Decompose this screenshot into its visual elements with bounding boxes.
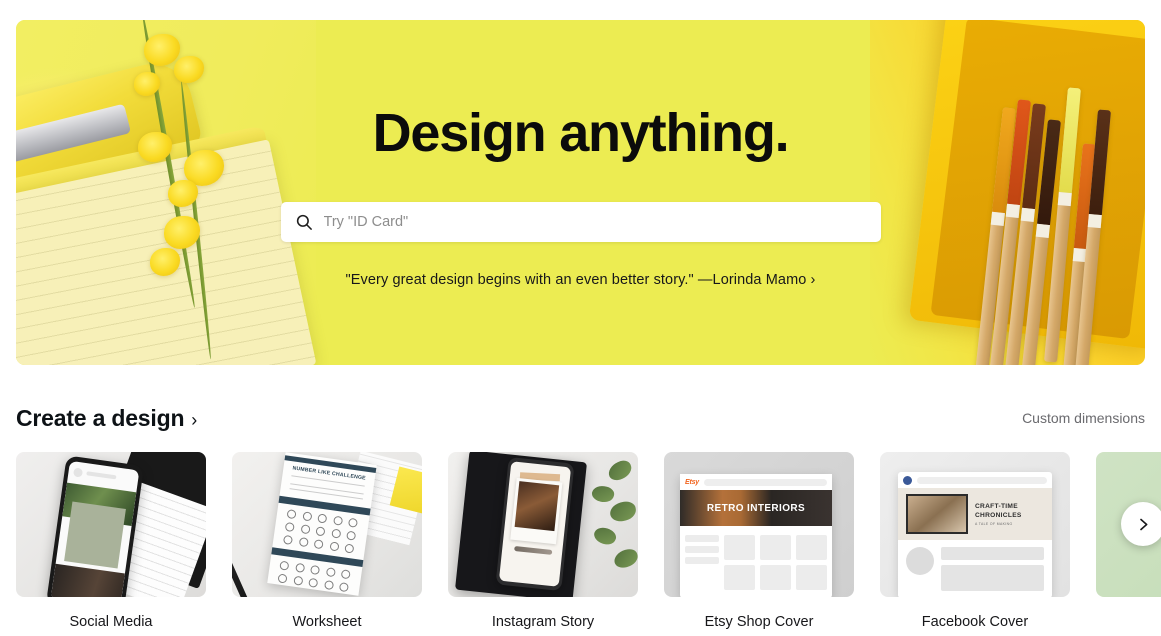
shop-banner: RETRO INTERIORS	[680, 490, 832, 526]
search-bar[interactable]	[280, 202, 881, 242]
create-a-design-header: Create a design › Custom dimensions	[16, 400, 1145, 436]
design-card-worksheet[interactable]: NUMBER LIKE CHALLENGE Worksheet	[232, 452, 422, 636]
etsy-logo: Etsy	[685, 478, 699, 486]
leaf-decor	[605, 457, 635, 484]
hero-content: Design anything. "Every great design beg…	[16, 20, 1145, 365]
search-input[interactable]	[323, 214, 867, 230]
polaroid-decor	[510, 477, 563, 545]
avatar	[906, 547, 934, 575]
worksheet-mockup: NUMBER LIKE CHALLENGE	[267, 452, 377, 596]
leaf-decor	[612, 547, 638, 570]
page-title: Create a design	[16, 404, 185, 431]
shop-sidebar	[685, 535, 719, 593]
design-card-thumbnail[interactable]: CRAFT-TIME CHRONICLES A TALE OF MAKING	[880, 452, 1070, 597]
browser-topbar	[898, 472, 1052, 488]
shop-grid	[680, 530, 832, 597]
design-card-label: Worksheet	[292, 614, 362, 630]
design-card-label: Social Media	[69, 614, 153, 630]
hero-tagline[interactable]: "Every great design begins with an even …	[346, 272, 816, 288]
cover-text-group: CRAFT-TIME CHRONICLES A TALE OF MAKING	[975, 503, 1022, 526]
hero-banner: Design anything. "Every great design beg…	[16, 20, 1145, 365]
cover-image	[906, 494, 968, 534]
design-card-thumbnail[interactable]	[16, 452, 206, 597]
leaf-decor	[591, 523, 619, 549]
design-card-social-media[interactable]: Social Media	[16, 452, 206, 636]
design-card-label: Facebook Cover	[921, 614, 1029, 630]
design-card-label: Etsy Shop Cover	[704, 614, 814, 630]
chevron-right-icon: ›	[191, 409, 198, 430]
design-card-thumbnail[interactable]	[448, 452, 638, 597]
page-feed	[898, 540, 1052, 597]
phone-screen	[498, 461, 572, 587]
phone-screen	[50, 460, 140, 597]
leaf-decor	[608, 500, 638, 523]
cover-title-line-2: CHRONICLES	[975, 512, 1022, 519]
section-title-group[interactable]: Create a design ›	[16, 405, 197, 432]
cover-subtitle: A TALE OF MAKING	[975, 521, 1013, 526]
design-card-thumbnail[interactable]: Etsy RETRO INTERIORS	[664, 452, 854, 597]
browser-mockup: Etsy RETRO INTERIORS	[680, 474, 832, 597]
shop-banner-text: RETRO INTERIORS	[706, 502, 806, 514]
phone-mockup	[495, 456, 575, 592]
facebook-logo-icon	[903, 475, 912, 485]
design-card-etsy-shop-cover[interactable]: Etsy RETRO INTERIORS Etsy Shop Cover	[664, 452, 854, 636]
handwriting-decor	[514, 545, 553, 555]
design-type-carousel: Social Media NUMBER LIKE CHALLENGE Works…	[16, 452, 1161, 636]
design-card-label: Instagram Story	[491, 614, 595, 630]
custom-dimensions-button[interactable]: Custom dimensions	[1022, 410, 1145, 426]
carousel-next-button[interactable]	[1121, 502, 1161, 546]
url-bar	[917, 476, 1047, 484]
leaf-decor	[590, 483, 616, 505]
url-bar	[704, 478, 827, 486]
search-icon	[295, 213, 313, 231]
browser-topbar: Etsy	[680, 474, 832, 490]
shop-product-cells	[724, 535, 827, 593]
pencil-decor	[232, 526, 252, 597]
feed-placeholder-lines	[941, 547, 1044, 591]
design-card-thumbnail[interactable]: NUMBER LIKE CHALLENGE	[232, 452, 422, 597]
cover-title-line-1: CRAFT-TIME	[975, 502, 1018, 510]
browser-mockup: CRAFT-TIME CHRONICLES A TALE OF MAKING	[898, 472, 1052, 597]
design-card-facebook-cover[interactable]: CRAFT-TIME CHRONICLES A TALE OF MAKING F…	[880, 452, 1070, 636]
hero-title: Design anything.	[372, 103, 790, 163]
cover-photo: CRAFT-TIME CHRONICLES A TALE OF MAKING	[898, 488, 1052, 540]
chevron-right-icon	[1139, 518, 1147, 530]
design-card-instagram-story[interactable]: Instagram Story	[448, 452, 638, 636]
